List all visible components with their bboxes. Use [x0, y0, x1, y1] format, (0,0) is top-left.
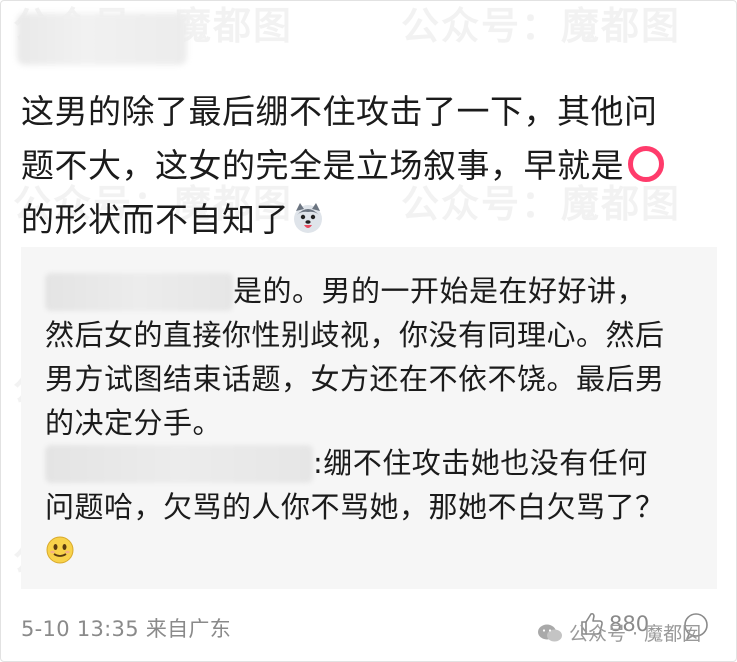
- reply-line: 是的。男的一开始是在好好讲，: [45, 269, 707, 313]
- reply-line: 的决定分手。: [45, 406, 223, 440]
- reply-line: :绷不住攻击她也没有任何: [45, 441, 707, 485]
- husky-dog-icon: [294, 203, 322, 233]
- wechat-watermark: 公众号 · 魔都囡: [537, 619, 701, 646]
- author-name-blurred[interactable]: [17, 13, 187, 65]
- comment-line: 题不大，这女的完全是立场叙事，早就是: [21, 139, 711, 193]
- red-circle-icon: [628, 146, 664, 182]
- comment-line-text: 的形状而不自知了: [21, 200, 289, 239]
- reply-line-text: :绷不住攻击她也没有任何: [313, 446, 648, 480]
- wechat-icon: [538, 624, 562, 641]
- reply-section: 是的。男的一开始是在好好讲， 然后女的直接你性别歧视，你没有同理心。然后 男方试…: [21, 247, 717, 589]
- reply-line: 问题哈，欠骂的人你不骂她，那她不白欠骂了？: [45, 490, 665, 524]
- reply-author-blurred[interactable]: [45, 445, 313, 483]
- reply-line: 男方试图结束话题，女方还在不依不饶。最后男: [45, 362, 665, 396]
- reply-author-blurred[interactable]: [45, 273, 233, 311]
- reply-line: 然后女的直接你性别歧视，你没有同理心。然后: [45, 318, 665, 352]
- reply-item: :绷不住攻击她也没有任何 问题哈，欠骂的人你不骂她，那她不白欠骂了？: [45, 441, 707, 573]
- reply-item: 是的。男的一开始是在好好讲， 然后女的直接你性别歧视，你没有同理心。然后 男方试…: [45, 269, 707, 445]
- watermark: 公众号：魔都图: [401, 4, 682, 48]
- comment-line-text: 题不大，这女的完全是立场叙事，早就是: [21, 146, 624, 185]
- comment-timestamp: 5-10 13:35 来自广东: [21, 617, 232, 641]
- comment-card: 公众号：魔都图 公众号：魔都图 公众号：魔都图 公众号：魔都图 公众号：魔都图 …: [0, 0, 737, 662]
- comment-body: 这男的除了最后绷不住攻击了一下，其他问 题不大，这女的完全是立场叙事，早就是 的…: [21, 85, 711, 247]
- comment-line: 这男的除了最后绷不住攻击了一下，其他问: [21, 92, 658, 131]
- watermark-footer-text: 公众号 · 魔都囡: [569, 623, 702, 645]
- smile-emoji-icon: [46, 536, 74, 564]
- reply-line: [45, 529, 707, 573]
- reply-line-text: 是的。男的一开始是在好好讲，: [233, 274, 647, 308]
- comment-line: 的形状而不自知了: [21, 193, 711, 247]
